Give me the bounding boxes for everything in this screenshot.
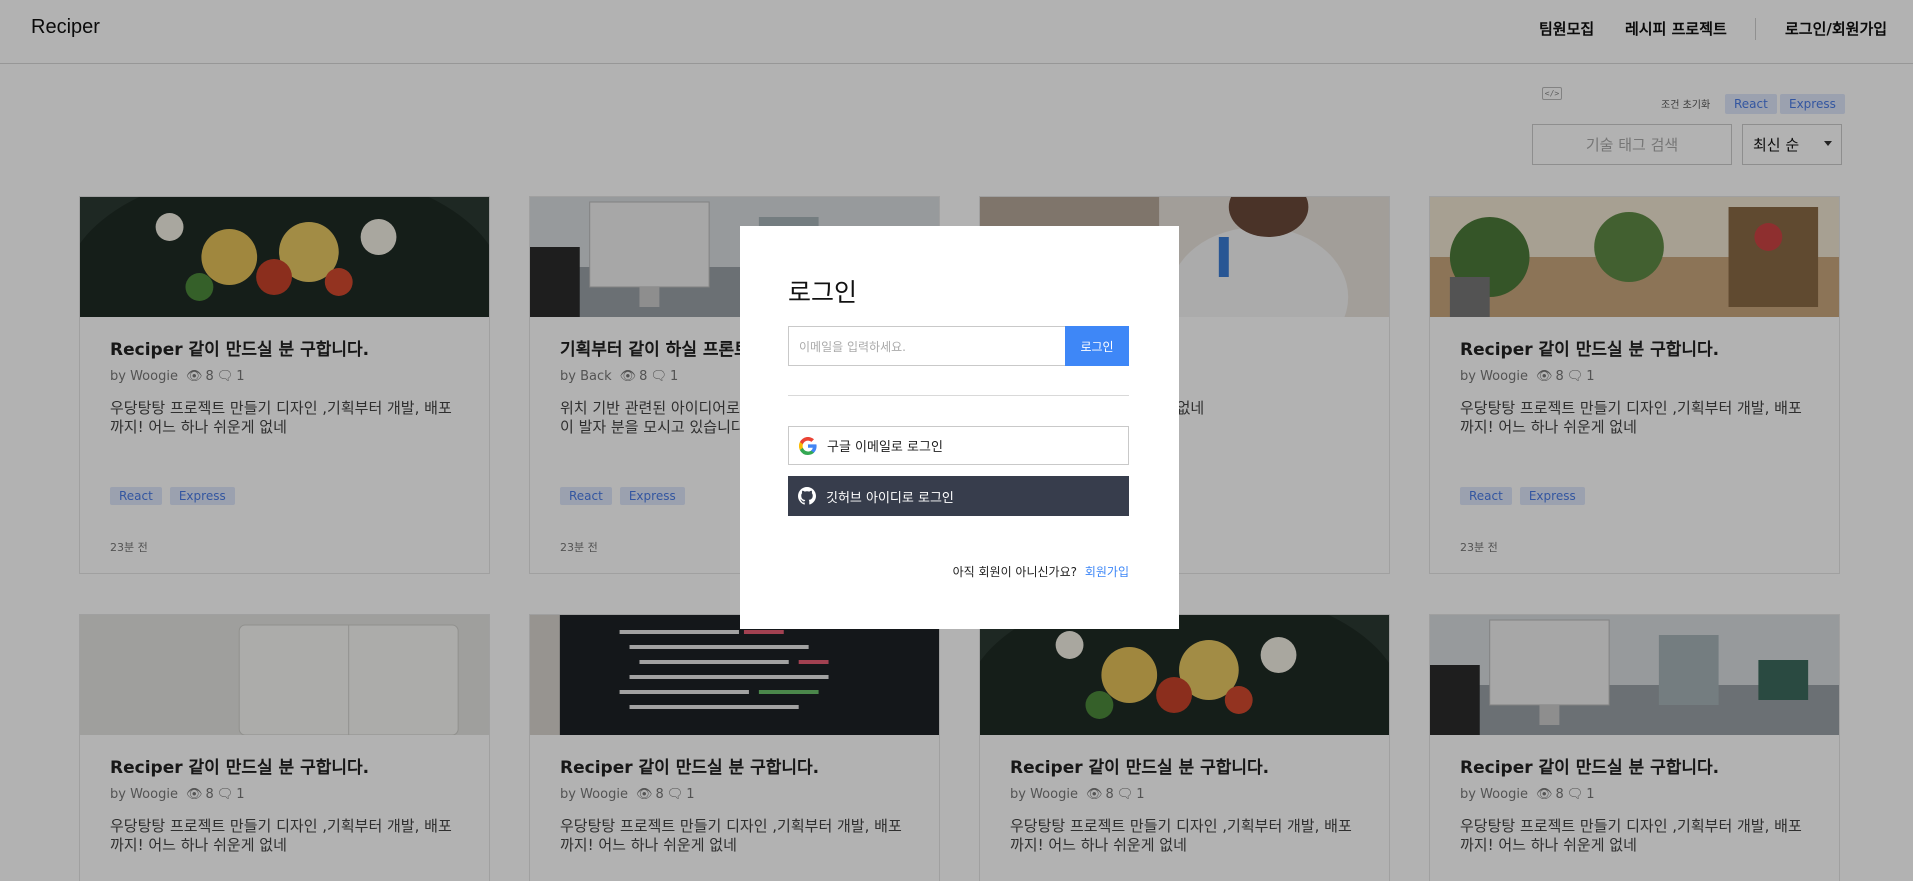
google-icon [799,436,817,455]
modal-title: 로그인 [788,278,858,307]
google-login-label: 구글 이메일로 로그인 [827,440,943,455]
github-login-button[interactable]: 깃허브 아이디로 로그인 [788,476,1129,516]
signup-row: 아직 회원이 아니신가요? 회원가입 [953,563,1129,580]
github-icon [798,487,816,505]
modal-divider [788,395,1129,396]
email-input[interactable]: 이메일을 입력하세요. [788,326,1065,366]
github-login-label: 깃허브 아이디로 로그인 [826,490,954,506]
login-modal: 로그인 이메일을 입력하세요. 로그인 구글 이메일로 로그인 깃허브 아이디로… [740,226,1179,629]
signup-link[interactable]: 회원가입 [1085,565,1129,579]
google-login-button[interactable]: 구글 이메일로 로그인 [788,426,1129,465]
login-button[interactable]: 로그인 [1065,326,1129,366]
signup-prompt: 아직 회원이 아니신가요? [952,565,1077,579]
